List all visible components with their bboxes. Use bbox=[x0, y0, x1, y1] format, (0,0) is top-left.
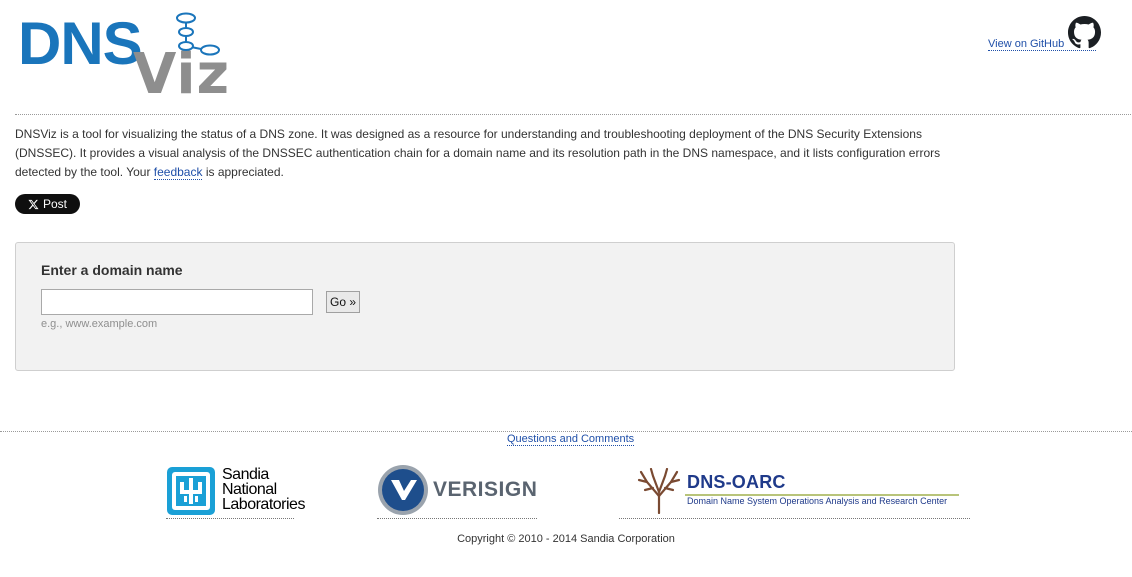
feedback-link[interactable]: feedback bbox=[153, 165, 203, 181]
domain-form-panel: Enter a domain name Go » e.g., www.examp… bbox=[15, 242, 955, 371]
sandia-thunderbird-icon bbox=[167, 467, 215, 515]
verisign-logo-link[interactable]: VERISIGN bbox=[377, 462, 537, 519]
sandia-wordmark: Sandia National Laboratories bbox=[222, 466, 305, 513]
github-octocat-icon[interactable] bbox=[1068, 16, 1101, 49]
intro-paragraph: DNSViz is a tool for visualizing the sta… bbox=[15, 125, 960, 183]
footer-divider bbox=[0, 431, 1132, 432]
sandia-line3: Laboratories bbox=[222, 496, 305, 513]
domain-name-input[interactable] bbox=[41, 289, 313, 315]
logo-dns-text: DNS bbox=[18, 10, 143, 77]
verisign-checkmark-icon bbox=[378, 465, 428, 515]
github-link-label: View on GitHub bbox=[988, 38, 1065, 50]
domain-form-title: Enter a domain name bbox=[41, 262, 183, 278]
sandia-line1: Sandia bbox=[222, 466, 269, 483]
oarc-subtitle: Domain Name System Operations Analysis a… bbox=[687, 496, 948, 506]
dns-oarc-logo-link[interactable]: DNS-OARC Domain Name System Operations A… bbox=[619, 466, 970, 519]
questions-comments-link[interactable]: Questions and Comments bbox=[507, 433, 635, 446]
sandia-line2: National bbox=[222, 481, 277, 498]
x-post-button[interactable]: Post bbox=[15, 194, 80, 214]
verisign-wordmark: VERISIGN bbox=[433, 478, 538, 501]
domain-hint-example: www.example.com bbox=[65, 318, 158, 330]
x-logo-icon bbox=[28, 199, 39, 209]
oarc-title: DNS-OARC bbox=[687, 472, 786, 492]
domain-hint: e.g., www.example.com bbox=[41, 318, 157, 330]
oarc-tree-icon bbox=[637, 468, 681, 514]
domain-hint-prefix: e.g., bbox=[41, 318, 63, 330]
logo-graph-icon bbox=[176, 12, 220, 56]
x-post-label: Post bbox=[42, 197, 67, 211]
intro-text-part2: is appreciated. bbox=[202, 165, 284, 180]
go-button[interactable]: Go » bbox=[326, 291, 360, 313]
sandia-logo-link[interactable]: Sandia National Laboratories bbox=[166, 464, 305, 519]
copyright-text: Copyright © 2010 - 2014 Sandia Corporati… bbox=[457, 533, 675, 545]
header-divider bbox=[15, 114, 1131, 115]
dnsviz-logo[interactable]: DNS Viz bbox=[18, 10, 234, 106]
